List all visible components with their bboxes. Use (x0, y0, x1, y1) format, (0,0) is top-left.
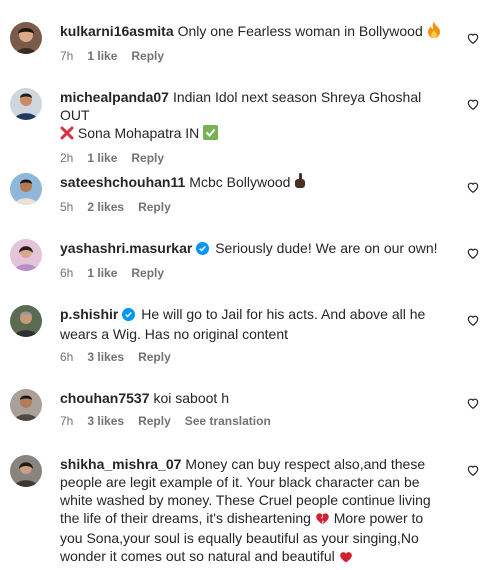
likes-count[interactable]: 1 like (87, 265, 117, 281)
likes-count[interactable]: 1 like (87, 150, 117, 166)
comment-meta: 7h 1 like Reply (60, 48, 445, 64)
avatar[interactable] (10, 389, 42, 421)
username[interactable]: sateeshchouhan11 (60, 174, 185, 190)
comment-meta: 6h 3 likes Reply (60, 349, 445, 365)
comment-meta: 6h 1 like Reply (60, 265, 445, 281)
comment-meta: 5h 2 likes Reply (60, 199, 445, 215)
like-heart-icon[interactable] (466, 396, 480, 410)
comment-text: michealpanda07 Indian Idol next season Sh… (60, 88, 445, 144)
username[interactable]: yashashri.masurkar (60, 240, 192, 256)
like-heart-icon[interactable] (466, 463, 480, 477)
reply-button[interactable]: Reply (131, 48, 164, 64)
comment-text: p.shishir He will go to Jail for his act… (60, 305, 445, 343)
reply-button[interactable]: Reply (138, 413, 171, 429)
timestamp[interactable]: 6h (60, 265, 73, 281)
avatar[interactable] (10, 88, 42, 120)
comment-meta: 7h 3 likes Reply See translation (60, 413, 445, 429)
username[interactable]: shikha_mishra_07 (60, 456, 181, 472)
see-translation-link[interactable]: See translation (185, 413, 271, 429)
like-heart-icon[interactable] (466, 180, 480, 194)
likes-count[interactable]: 3 likes (87, 413, 124, 429)
timestamp[interactable]: 5h (60, 199, 73, 215)
red-heart-emoji (339, 549, 353, 567)
comment-meta: 2h 1 like Reply (60, 150, 445, 166)
avatar[interactable] (10, 455, 42, 487)
username[interactable]: michealpanda07 (60, 89, 169, 105)
avatar[interactable] (10, 22, 42, 54)
verified-badge-icon (196, 241, 210, 259)
reply-button[interactable]: Reply (138, 199, 171, 215)
timestamp[interactable]: 6h (60, 349, 73, 365)
comment-body-part2: Sona Mohapatra IN (77, 125, 200, 141)
username[interactable]: chouhan7537 (60, 390, 149, 406)
reply-button[interactable]: Reply (131, 265, 164, 281)
likes-count[interactable]: 1 like (87, 48, 117, 64)
broken-heart-emoji (315, 511, 330, 529)
comment-text: sateeshchouhan11 Mcbc Bollywood (60, 173, 445, 193)
middle-finger-emoji (294, 173, 306, 193)
timestamp[interactable]: 2h (60, 150, 73, 166)
reply-button[interactable]: Reply (131, 150, 164, 166)
username[interactable]: kulkarni16asmita (60, 23, 174, 39)
username[interactable]: p.shishir (60, 306, 118, 322)
comment-body: Only one Fearless woman in Bollywood (177, 23, 423, 39)
likes-count[interactable]: 3 likes (87, 349, 124, 365)
comment-text: yashashri.masurkar Seriously dude! We ar… (60, 239, 445, 259)
comment-body: Mcbc Bollywood (189, 174, 291, 190)
fire-emoji (427, 22, 441, 42)
cross-mark-emoji (60, 126, 74, 144)
verified-badge-icon (122, 307, 136, 325)
like-heart-icon[interactable] (466, 31, 480, 45)
timestamp[interactable]: 7h (60, 48, 73, 64)
like-heart-icon[interactable] (466, 313, 480, 327)
timestamp[interactable]: 7h (60, 413, 73, 429)
reply-button[interactable]: Reply (138, 349, 171, 365)
avatar[interactable] (10, 173, 42, 205)
like-heart-icon[interactable] (466, 246, 480, 260)
avatar[interactable] (10, 305, 42, 337)
likes-count[interactable]: 2 likes (87, 199, 124, 215)
comment-text: chouhan7537 koi saboot h (60, 389, 445, 407)
check-mark-emoji (203, 125, 219, 144)
comment-body: koi saboot h (153, 390, 229, 406)
like-heart-icon[interactable] (466, 97, 480, 111)
avatar[interactable] (10, 239, 42, 271)
comment-text: shikha_mishra_07 Money can buy respect al… (60, 455, 445, 567)
comment-body: Seriously dude! We are on our own! (215, 240, 438, 256)
comment-text: kulkarni16asmita Only one Fearless woman … (60, 22, 445, 42)
